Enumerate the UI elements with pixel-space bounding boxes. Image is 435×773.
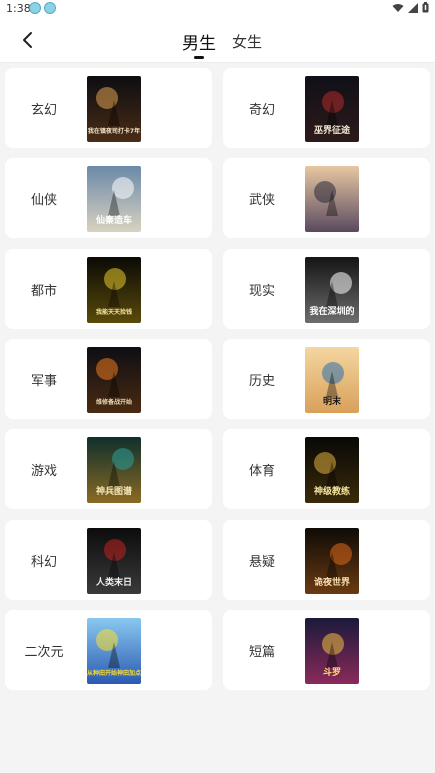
status-bar: 1:38 — [0, 0, 435, 18]
category-card[interactable]: 体育神级教练 — [223, 429, 430, 509]
svg-text:维修备战开始: 维修备战开始 — [96, 398, 132, 406]
book-cover-image: 从种田开始神田加点 — [87, 618, 141, 684]
active-tab-indicator — [194, 56, 204, 59]
category-label: 二次元 — [24, 644, 64, 660]
category-label: 都市 — [30, 283, 57, 299]
signal-icon — [408, 2, 418, 13]
svg-text:我在深圳的: 我在深圳的 — [309, 305, 354, 317]
category-card[interactable]: 悬疑诡夜世界 — [223, 520, 430, 600]
category-card[interactable]: 军事维修备战开始 — [5, 339, 212, 419]
wifi-icon — [392, 3, 404, 12]
category-label: 军事 — [30, 373, 57, 389]
back-arrow-icon[interactable] — [18, 30, 38, 50]
category-card[interactable]: 玄幻我在镇夜司打卡7年 — [5, 68, 212, 148]
svg-text:神兵图谱: 神兵图谱 — [96, 485, 132, 497]
category-label: 现实 — [248, 283, 275, 299]
book-cover-image: 我在镇夜司打卡7年 — [87, 76, 141, 142]
book-cover-image: 斗罗 — [305, 618, 359, 684]
category-card[interactable]: 武侠 — [223, 158, 430, 238]
category-card[interactable]: 短篇斗罗 — [223, 610, 430, 690]
svg-text:仙秦造车: 仙秦造车 — [96, 214, 132, 226]
category-card[interactable]: 仙侠仙秦造车 — [5, 158, 212, 238]
book-cover-image: 诡夜世界 — [305, 528, 359, 594]
category-card[interactable]: 科幻人类末日 — [5, 520, 212, 600]
category-label: 武侠 — [248, 192, 275, 208]
category-label: 玄幻 — [30, 102, 57, 118]
status-time: 1:38 — [6, 2, 31, 15]
app-notification-icon — [29, 2, 41, 14]
svg-text:人类末日: 人类末日 — [95, 576, 132, 588]
book-cover-image — [305, 166, 359, 232]
svg-text:我能天天捡钱: 我能天天捡钱 — [96, 308, 132, 316]
svg-text:斗罗: 斗罗 — [323, 667, 341, 678]
category-card[interactable]: 历史明末 — [223, 339, 430, 419]
category-label: 奇幻 — [248, 102, 275, 118]
category-label: 仙侠 — [30, 192, 57, 208]
category-card[interactable]: 奇幻巫界征途 — [223, 68, 430, 148]
svg-text:神级教练: 神级教练 — [314, 485, 350, 497]
battery-icon — [422, 2, 429, 13]
app-notification-icon — [44, 2, 56, 14]
category-label: 悬疑 — [248, 554, 275, 570]
category-card[interactable]: 现实我在深圳的 — [223, 249, 430, 329]
book-cover-image: 神兵图谱 — [87, 437, 141, 503]
category-label: 游戏 — [30, 463, 57, 479]
top-nav-bar: 男生 女生 — [0, 18, 435, 63]
category-label: 历史 — [248, 373, 275, 389]
svg-text:明末: 明末 — [323, 395, 342, 407]
book-cover-image: 仙秦造车 — [87, 166, 141, 232]
category-label: 体育 — [248, 463, 275, 479]
book-cover-image: 巫界征途 — [305, 76, 359, 142]
notification-icons — [29, 2, 56, 14]
svg-text:巫界征途: 巫界征途 — [314, 124, 351, 136]
book-cover-image: 我能天天捡钱 — [87, 257, 141, 323]
book-cover-image: 我在深圳的 — [305, 257, 359, 323]
tab-female[interactable]: 女生 — [232, 31, 262, 52]
tab-male[interactable]: 男生 — [182, 29, 216, 54]
book-cover-image: 神级教练 — [305, 437, 359, 503]
category-label: 科幻 — [30, 554, 57, 570]
book-cover-image: 维修备战开始 — [87, 347, 141, 413]
svg-text:从种田开始神田加点: 从种田开始神田加点 — [87, 669, 141, 677]
book-cover-image: 明末 — [305, 347, 359, 413]
svg-text:我在镇夜司打卡7年: 我在镇夜司打卡7年 — [88, 127, 140, 135]
category-card[interactable]: 都市我能天天捡钱 — [5, 249, 212, 329]
category-card[interactable]: 二次元从种田开始神田加点 — [5, 610, 212, 690]
system-icons — [392, 2, 429, 13]
category-label: 短篇 — [248, 644, 275, 660]
category-card[interactable]: 游戏神兵图谱 — [5, 429, 212, 509]
book-cover-image: 人类末日 — [87, 528, 141, 594]
svg-text:诡夜世界: 诡夜世界 — [314, 576, 350, 588]
